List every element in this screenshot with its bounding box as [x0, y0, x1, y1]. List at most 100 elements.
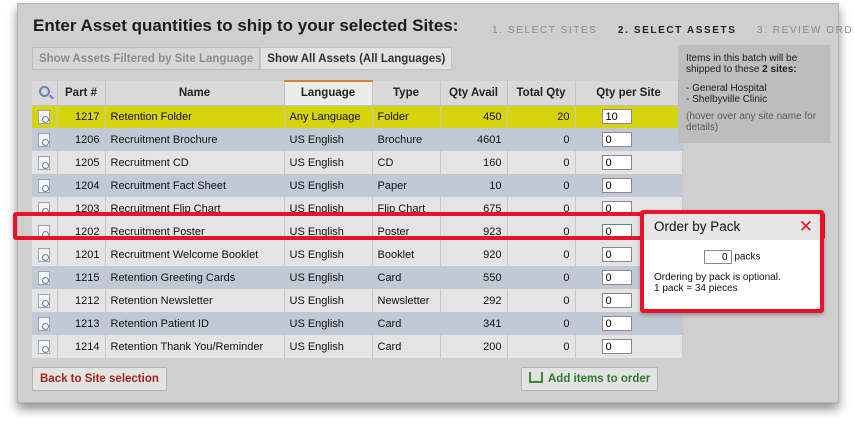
column-header-name[interactable]: Name	[105, 81, 285, 106]
preview-icon[interactable]	[38, 201, 51, 216]
qty-per-site-input[interactable]	[601, 247, 632, 262]
asset-language: US English	[284, 312, 373, 335]
preview-cell[interactable]	[32, 197, 58, 220]
asset-language: US English	[284, 197, 373, 220]
preview-cell[interactable]	[32, 174, 58, 197]
asset-type: CD	[372, 151, 441, 174]
column-header-total-qty[interactable]: Total Qty	[507, 81, 576, 106]
asset-type: Folder	[372, 105, 441, 128]
preview-cell[interactable]	[32, 151, 58, 174]
site-shelbyville-clinic[interactable]: - Shelbyville Clinic	[686, 94, 822, 105]
qty-per-site-input[interactable]	[601, 155, 632, 170]
order-by-pack-popup: Order by Pack ✕ packs Ordering by pack i…	[640, 210, 824, 313]
preview-cell[interactable]	[32, 220, 58, 243]
qty-per-site-cell	[575, 105, 683, 128]
qty-available: 550	[440, 266, 508, 289]
packs-label: packs	[734, 251, 761, 263]
qty-per-site-input[interactable]	[601, 109, 632, 125]
qty-per-site-input[interactable]	[601, 201, 632, 216]
qty-per-site-input[interactable]	[601, 316, 632, 331]
add-items-to-order-button[interactable]: Add items to order	[521, 367, 659, 391]
part-number: 1205	[57, 151, 106, 174]
popup-title: Order by Pack	[654, 219, 741, 234]
table-row: 1213 Retention Patient ID US English Card 34…	[32, 312, 683, 335]
column-header-type[interactable]: Type	[372, 81, 441, 106]
preview-cell[interactable]	[32, 243, 58, 266]
qty-available: 4601	[440, 128, 508, 151]
qty-available: 341	[440, 312, 508, 335]
preview-cell[interactable]	[32, 289, 58, 312]
preview-icon[interactable]	[38, 339, 51, 354]
asset-type: Brochure	[372, 128, 441, 151]
asset-filter-tabs: Show Assets Filtered by Site Language Sh…	[32, 47, 453, 70]
preview-icon[interactable]	[38, 109, 51, 124]
add-items-label: Add items to order	[548, 373, 651, 385]
qty-available: 920	[440, 243, 508, 266]
qty-per-site-input[interactable]	[601, 224, 632, 239]
column-header-qty-avail[interactable]: Qty Avail	[440, 81, 508, 106]
table-row: 1217 Retention Folder Any Language Folder 45…	[32, 105, 683, 128]
preview-icon[interactable]	[38, 224, 51, 239]
packs-input[interactable]	[703, 250, 732, 264]
part-number: 1213	[57, 312, 106, 335]
back-to-site-selection-button[interactable]: Back to Site selection	[32, 367, 167, 391]
preview-cell[interactable]	[32, 266, 58, 289]
qty-per-site-input[interactable]	[601, 270, 632, 285]
tab-all-assets[interactable]: Show All Assets (All Languages)	[260, 47, 453, 70]
asset-language: US English	[284, 335, 373, 358]
preview-cell[interactable]	[32, 128, 58, 151]
table-header-row: Part # Name Language Type Qty Avail Tota…	[32, 80, 683, 106]
asset-language: US English	[284, 243, 373, 266]
asset-language: US English	[284, 174, 373, 197]
part-number: 1212	[57, 289, 106, 312]
asset-name: Recruitment CD	[105, 151, 285, 174]
preview-icon[interactable]	[38, 155, 51, 170]
column-header-qty-per-site[interactable]: Qty per Site	[575, 81, 683, 106]
preview-cell[interactable]	[32, 105, 58, 128]
step-select-sites[interactable]: 1. SELECT SITES	[492, 25, 598, 36]
table-row: 1203 Recruitment Flip Chart US English Flip…	[32, 197, 683, 220]
part-number: 1201	[57, 243, 106, 266]
qty-per-site-input[interactable]	[601, 178, 632, 193]
close-icon[interactable]: ✕	[799, 217, 813, 237]
part-number: 1206	[57, 128, 106, 151]
total-qty: 20	[507, 105, 576, 128]
column-header-language[interactable]: Language	[284, 80, 373, 106]
qty-per-site-input[interactable]	[601, 339, 632, 354]
asset-name: Recruitment Fact Sheet	[105, 174, 285, 197]
asset-name: Retention Patient ID	[105, 312, 285, 335]
column-header-part[interactable]: Part #	[57, 81, 106, 106]
asset-language: US English	[284, 266, 373, 289]
preview-icon[interactable]	[38, 178, 51, 193]
asset-language: Any Language	[284, 105, 373, 128]
step-review-order[interactable]: 3. REVIEW ORDER	[757, 25, 854, 36]
total-qty: 0	[507, 243, 576, 266]
preview-cell[interactable]	[32, 335, 58, 358]
tab-filtered-assets[interactable]: Show Assets Filtered by Site Language	[32, 47, 261, 70]
site-list: - General Hospital - Shelbyville Clinic	[686, 83, 822, 105]
assets-table: Part # Name Language Type Qty Avail Tota…	[32, 80, 683, 358]
asset-name: Retention Newsletter	[105, 289, 285, 312]
preview-icon[interactable]	[38, 132, 51, 147]
total-qty: 0	[507, 312, 576, 335]
total-qty: 0	[507, 197, 576, 220]
asset-type: Poster	[372, 220, 441, 243]
total-qty: 0	[507, 151, 576, 174]
preview-cell[interactable]	[32, 312, 58, 335]
preview-icon[interactable]	[38, 247, 51, 262]
asset-language: US English	[284, 151, 373, 174]
part-number: 1204	[57, 174, 106, 197]
asset-type: Card	[372, 335, 441, 358]
preview-icon[interactable]	[38, 316, 51, 331]
qty-per-site-input[interactable]	[601, 132, 632, 147]
site-general-hospital[interactable]: - General Hospital	[686, 83, 822, 94]
asset-type: Booklet	[372, 243, 441, 266]
preview-icon[interactable]	[38, 270, 51, 285]
part-number: 1202	[57, 220, 106, 243]
preview-icon[interactable]	[38, 293, 51, 308]
qty-available: 292	[440, 289, 508, 312]
qty-per-site-input[interactable]	[601, 293, 632, 308]
qty-per-site-cell	[575, 174, 683, 197]
asset-language: US English	[284, 128, 373, 151]
asset-name: Recruitment Welcome Booklet	[105, 243, 285, 266]
